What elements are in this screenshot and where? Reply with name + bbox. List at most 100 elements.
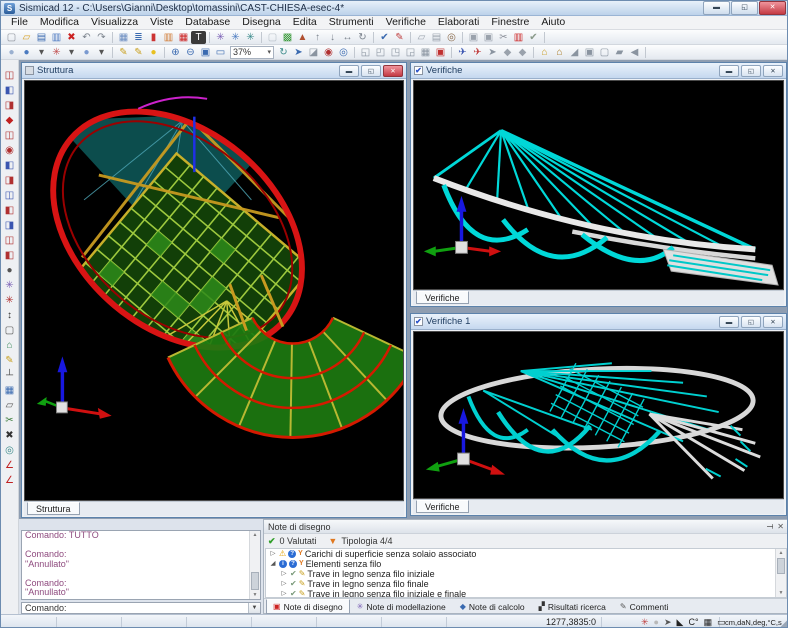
new-icon[interactable]: ▢ — [4, 31, 19, 44]
struttura-maximize-button[interactable]: ◱ — [361, 65, 381, 77]
photo-icon[interactable]: ▣ — [582, 46, 597, 59]
command-history-dropdown[interactable]: ▼ — [248, 603, 260, 613]
tab-risultati-ricerca[interactable]: ▞Risultati ricerca — [532, 599, 613, 614]
tree-expander-icon[interactable]: ▷ — [280, 579, 288, 589]
open-icon[interactable]: ▱ — [19, 31, 34, 44]
menu-verifiche[interactable]: Verifiche — [380, 16, 432, 29]
tile-4-icon[interactable]: ◲ — [403, 46, 418, 59]
view-search-icon[interactable]: ◎ — [336, 46, 351, 59]
menu-elaborati[interactable]: Elaborati — [432, 16, 485, 29]
undo-icon[interactable]: ↶ — [79, 31, 94, 44]
funnel-icon[interactable]: ▼ — [328, 536, 337, 546]
dim-2-tool-icon[interactable]: ∠ — [2, 473, 17, 488]
tree-row[interactable]: ▷✔✎Trave in legno senza filo finale — [266, 579, 786, 589]
tree-row[interactable]: ▷⚠?YCarichi di superficie senza solaio a… — [266, 549, 786, 559]
struttura-canvas[interactable] — [24, 80, 404, 501]
mass-tool-icon[interactable]: ✳ — [2, 278, 17, 293]
frame-icon[interactable]: ▢ — [597, 46, 612, 59]
comb-red-icon[interactable]: ▥ — [511, 31, 526, 44]
tab-note-di-calcolo[interactable]: ◆Note di calcolo — [453, 599, 532, 614]
wall-tool-icon[interactable]: ◆ — [2, 113, 17, 128]
struttura-tab[interactable]: Struttura — [27, 502, 80, 515]
scroll-down-icon[interactable]: ▼ — [250, 591, 260, 599]
spring-tool-icon[interactable]: ✳ — [2, 293, 17, 308]
support-tool-icon[interactable]: ┴ — [2, 368, 17, 383]
walk-icon[interactable]: ➤ — [485, 46, 500, 59]
check-blue-icon[interactable]: ✔ — [377, 31, 392, 44]
grid-mode-icon[interactable]: ▦ — [704, 616, 713, 628]
tree-row[interactable]: ◢i?YElementi senza filo — [266, 559, 786, 569]
snap-star-dropdown[interactable]: ▾ — [64, 46, 79, 59]
menu-aiuto[interactable]: Aiuto — [535, 16, 571, 29]
struttura-titlebar[interactable]: Struttura ▬ ◱ ✕ — [22, 63, 406, 79]
restore-button[interactable]: ◱ — [731, 1, 758, 15]
pin-icon[interactable]: T — [765, 524, 774, 529]
clip-1-icon[interactable]: ✎ — [116, 46, 131, 59]
tab-note-di-modellazione[interactable]: ✳Note di modellazione — [350, 599, 453, 614]
house-2-icon[interactable]: ⌂ — [552, 46, 567, 59]
fly-1-icon[interactable]: ✈ — [455, 46, 470, 59]
pan-icon[interactable]: ➤ — [291, 46, 306, 59]
verifiche1-tab[interactable]: Verifiche — [416, 500, 469, 513]
combo-dropdown-icon[interactable]: ▾ — [267, 48, 271, 56]
menu-file[interactable]: File — [5, 16, 34, 29]
tree-row[interactable]: ▷✔✎Trave in legno senza filo iniziale — [266, 569, 786, 579]
lamp-icon[interactable]: ● — [146, 46, 161, 59]
render-1-icon[interactable]: ✳ — [213, 31, 228, 44]
copy-gray-icon[interactable]: ▱ — [414, 31, 429, 44]
snap-point-dropdown[interactable]: ▾ — [34, 46, 49, 59]
view-red-icon[interactable]: ◉ — [321, 46, 336, 59]
tab-note-di-disegno[interactable]: ▣Note di disegno — [266, 599, 350, 614]
orbit-icon[interactable]: ↻ — [276, 46, 291, 59]
struttura-minimize-button[interactable]: ▬ — [339, 65, 359, 77]
raise-icon[interactable]: ↑ — [310, 31, 325, 44]
cut-tool-icon[interactable]: ✂ — [2, 413, 17, 428]
text-style-icon[interactable]: T — [191, 31, 206, 44]
tile-1-icon[interactable]: ◱ — [358, 46, 373, 59]
scrollbar-thumb[interactable] — [777, 558, 785, 574]
tile-5-icon[interactable]: ▦ — [418, 46, 433, 59]
save-all-icon[interactable]: ▥ — [49, 31, 64, 44]
angle-mode-icon[interactable]: C° — [688, 616, 698, 628]
tree-expander-icon[interactable]: ▷ — [280, 589, 288, 598]
tab-commenti[interactable]: ✎Commenti — [613, 599, 675, 614]
close-button[interactable]: ✕ — [759, 1, 786, 15]
shell-tool-icon[interactable]: ◉ — [2, 143, 17, 158]
menu-visualizza[interactable]: Visualizza — [85, 16, 144, 29]
verifiche1-maximize-button[interactable]: ◱ — [741, 316, 761, 328]
notes-tree[interactable]: ▷⚠?YCarichi di superficie senza solaio a… — [265, 548, 787, 598]
x-tool-icon[interactable]: ✖ — [2, 428, 17, 443]
scroll-up-icon[interactable]: ▲ — [250, 531, 260, 539]
material-icon[interactable]: ✳ — [243, 31, 258, 44]
save-icon[interactable]: ▤ — [34, 31, 49, 44]
snap-star-icon[interactable]: ✳ — [49, 46, 64, 59]
sphere-icon[interactable]: ● — [4, 46, 19, 59]
minimize-button[interactable]: ▬ — [703, 1, 730, 15]
table-tool-icon[interactable]: ▦ — [2, 383, 17, 398]
pointer-mode-icon[interactable]: ◣ — [677, 616, 684, 628]
beam-tool-icon[interactable]: ◧ — [2, 83, 17, 98]
speaker-icon[interactable]: ◀ — [627, 46, 642, 59]
record-icon[interactable]: ▣ — [433, 46, 448, 59]
snap-ghost-dropdown[interactable]: ▾ — [94, 46, 109, 59]
search-tool-icon[interactable]: ◎ — [2, 443, 17, 458]
pencil-red-icon[interactable]: ✎ — [392, 31, 407, 44]
zoom-window-icon[interactable]: ▣ — [198, 46, 213, 59]
column-icon[interactable]: ▮ — [146, 31, 161, 44]
menu-disegna[interactable]: Disegna — [236, 16, 287, 29]
mesh-green-icon[interactable]: ▩ — [280, 31, 295, 44]
clip-2-icon[interactable]: ✎ — [131, 46, 146, 59]
pile-tool-icon[interactable]: ◨ — [2, 218, 17, 233]
delete-icon[interactable]: ✖ — [64, 31, 79, 44]
scrollbar-thumb[interactable] — [251, 572, 259, 590]
snap-ghost-icon[interactable]: ● — [79, 46, 94, 59]
menu-strumenti[interactable]: Strumenti — [323, 16, 380, 29]
menu-finestre[interactable]: Finestre — [485, 16, 535, 29]
tile-2-icon[interactable]: ◰ — [373, 46, 388, 59]
notes-tree-scrollbar[interactable]: ▲ ▼ — [775, 549, 786, 597]
menu-viste[interactable]: Viste — [144, 16, 179, 29]
command-input[interactable]: Comando: ▼ — [21, 602, 261, 614]
fly-2-icon[interactable]: ✈ — [470, 46, 485, 59]
render-2-icon[interactable]: ✳ — [228, 31, 243, 44]
node-tool-icon[interactable]: ◫ — [2, 68, 17, 83]
